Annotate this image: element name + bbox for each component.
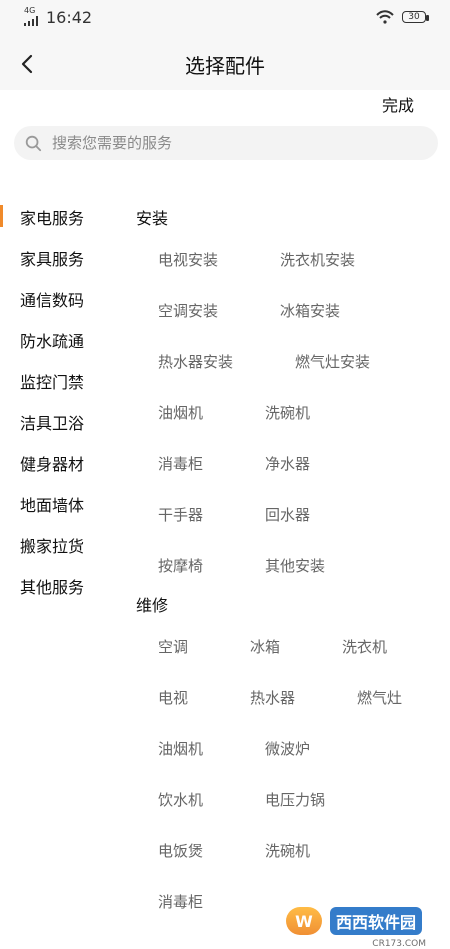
search-icon — [25, 135, 42, 152]
service-item[interactable]: 热水器安装 — [158, 351, 233, 372]
install-row: 空调安装 冰箱安装 — [136, 285, 436, 336]
sidebar-item-waterproof-dredge[interactable]: 防水疏通 — [0, 319, 126, 360]
sidebar-item-label: 搬家拉货 — [20, 536, 85, 556]
signal-bars-icon — [24, 15, 38, 26]
sidebar-item-label: 通信数码 — [20, 290, 85, 310]
watermark: W 西西软件园 CR173.COM — [286, 905, 426, 949]
section-title-repair: 维修 — [136, 596, 169, 615]
sidebar-item-label: 家电服务 — [20, 208, 85, 228]
repair-row: 空调 冰箱 洗衣机 — [136, 621, 436, 672]
sidebar-item-furniture-service[interactable]: 家具服务 — [0, 237, 126, 278]
sidebar-item-fitness[interactable]: 健身器材 — [0, 442, 126, 483]
sidebar-item-communication-digital[interactable]: 通信数码 — [0, 278, 126, 319]
sidebar-item-monitor-access[interactable]: 监控门禁 — [0, 360, 126, 401]
sidebar-item-label: 洁具卫浴 — [20, 413, 85, 433]
service-item[interactable]: 洗碗机 — [265, 402, 310, 423]
content: 安装 电视安装 洗衣机安装 空调安装 冰箱安装 热水器安装 燃气灶安装 油烟机 … — [136, 204, 436, 927]
service-item[interactable]: 燃气灶安装 — [295, 351, 370, 372]
service-item[interactable]: 回水器 — [265, 504, 310, 525]
service-item[interactable]: 其他安装 — [265, 555, 325, 576]
service-item[interactable]: 电饭煲 — [158, 840, 203, 861]
sidebar-item-other-service[interactable]: 其他服务 — [0, 565, 126, 606]
page-title: 选择配件 — [185, 54, 265, 78]
repair-row: 电视 热水器 燃气灶 — [136, 672, 436, 723]
wifi-icon — [376, 10, 394, 24]
repair-row: 油烟机 微波炉 — [136, 723, 436, 774]
status-right: 30 — [376, 10, 429, 24]
service-item[interactable]: 空调安装 — [158, 300, 218, 321]
watermark-text: 西西软件园 — [330, 907, 423, 935]
service-item[interactable]: 油烟机 — [158, 738, 203, 759]
search-input[interactable] — [50, 133, 414, 153]
service-item[interactable]: 微波炉 — [265, 738, 310, 759]
search-bar[interactable] — [14, 126, 438, 160]
sidebar: 家电服务 家具服务 通信数码 防水疏通 监控门禁 洁具卫浴 健身器材 地面墙体 … — [0, 196, 126, 606]
sidebar-item-label: 监控门禁 — [20, 372, 85, 392]
service-item[interactable]: 洗衣机 — [342, 636, 387, 657]
service-item[interactable]: 洗碗机 — [265, 840, 310, 861]
service-item[interactable]: 电压力锅 — [265, 789, 325, 810]
repair-row: 电饭煲 洗碗机 — [136, 825, 436, 876]
battery-cap — [426, 15, 429, 21]
service-item[interactable]: 净水器 — [265, 453, 310, 474]
service-item[interactable]: 消毒柜 — [158, 891, 203, 912]
install-row: 干手器 回水器 — [136, 489, 436, 540]
sidebar-item-moving[interactable]: 搬家拉货 — [0, 524, 126, 565]
sidebar-item-sanitary[interactable]: 洁具卫浴 — [0, 401, 126, 442]
service-item[interactable]: 洗衣机安装 — [280, 249, 355, 270]
service-item[interactable]: 热水器 — [250, 687, 295, 708]
install-row: 热水器安装 燃气灶安装 — [136, 336, 436, 387]
sidebar-item-floor-wall[interactable]: 地面墙体 — [0, 483, 126, 524]
sidebar-item-appliance-service[interactable]: 家电服务 — [0, 196, 126, 237]
service-item[interactable]: 冰箱安装 — [280, 300, 340, 321]
header: 选择配件 — [0, 36, 450, 90]
section-title-install: 安装 — [136, 209, 169, 228]
service-item[interactable]: 干手器 — [158, 504, 203, 525]
repair-row: 饮水机 电压力锅 — [136, 774, 436, 825]
sidebar-item-label: 健身器材 — [20, 454, 85, 474]
sidebar-item-label: 防水疏通 — [20, 331, 85, 351]
battery-level: 30 — [408, 12, 420, 22]
service-item[interactable]: 燃气灶 — [357, 687, 402, 708]
install-row: 电视安装 洗衣机安装 — [136, 234, 436, 285]
service-item[interactable]: 消毒柜 — [158, 453, 203, 474]
service-item[interactable]: 空调 — [158, 636, 188, 657]
network-type: 4G — [24, 5, 36, 15]
sidebar-item-label: 家具服务 — [20, 249, 85, 269]
sidebar-item-label: 地面墙体 — [20, 495, 85, 515]
service-item[interactable]: 电视 — [158, 687, 188, 708]
status-bar: 4G 16:42 30 — [0, 0, 450, 36]
install-row: 按摩椅 其他安装 — [136, 540, 436, 591]
sidebar-item-label: 其他服务 — [20, 577, 85, 597]
battery-icon: 30 — [402, 11, 429, 23]
status-left: 4G 16:42 — [24, 6, 93, 27]
cell-signal-icon: 4G — [24, 6, 40, 26]
watermark-logo-icon: W — [286, 907, 322, 935]
install-row: 消毒柜 净水器 — [136, 438, 436, 489]
service-item[interactable]: 冰箱 — [250, 636, 280, 657]
install-row: 油烟机 洗碗机 — [136, 387, 436, 438]
watermark-subtext: CR173.COM — [372, 939, 426, 949]
service-item[interactable]: 按摩椅 — [158, 555, 203, 576]
done-button[interactable]: 完成 — [382, 92, 414, 116]
service-item[interactable]: 油烟机 — [158, 402, 203, 423]
status-time: 16:42 — [46, 8, 93, 27]
service-item[interactable]: 电视安装 — [158, 249, 218, 270]
service-item[interactable]: 饮水机 — [158, 789, 203, 810]
